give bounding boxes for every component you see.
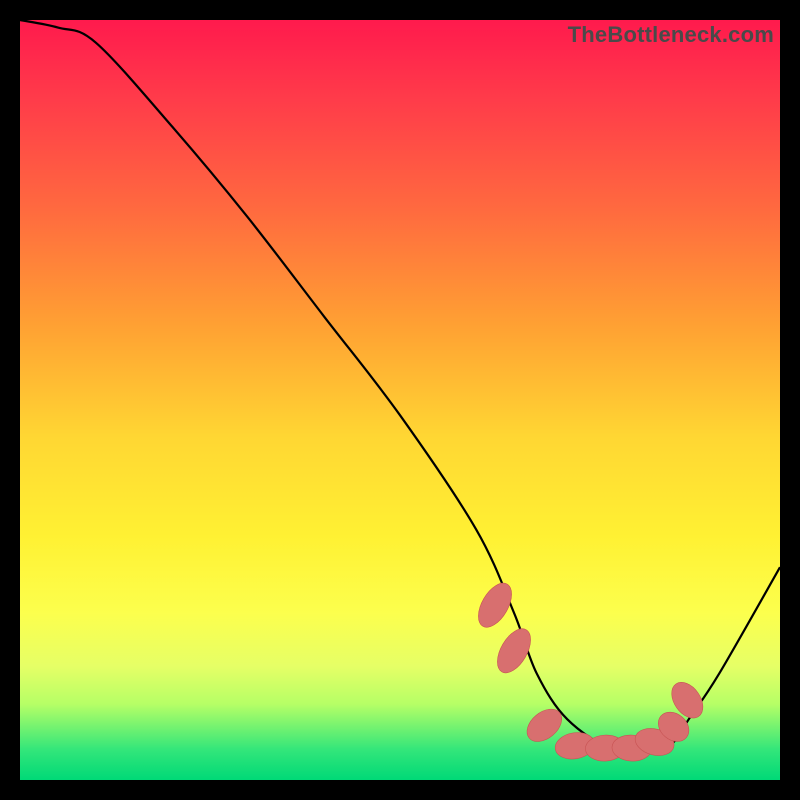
curve-marker [491, 623, 538, 678]
marker-group [472, 578, 710, 762]
bottleneck-curve-path [20, 20, 780, 752]
chart-stage: TheBottleneck.com [0, 0, 800, 800]
curve-svg [20, 20, 780, 780]
gradient-plot-area: TheBottleneck.com [20, 20, 780, 780]
